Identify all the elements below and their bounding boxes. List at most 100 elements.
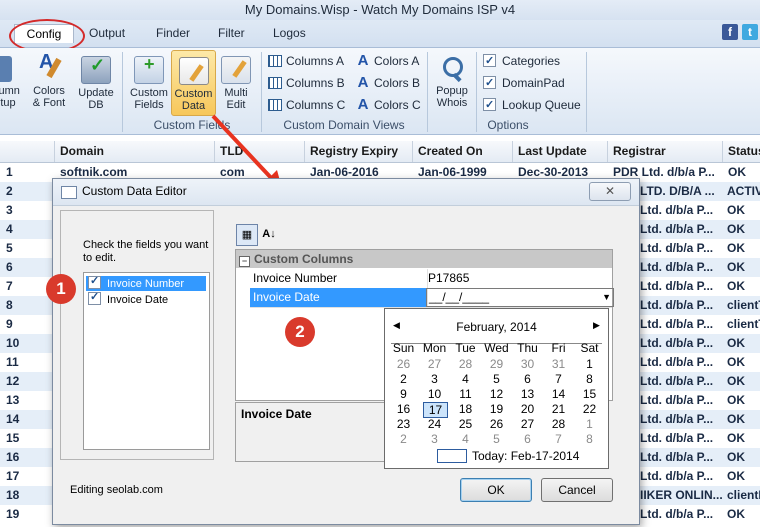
date-input[interactable]: __/__/____ ▼	[426, 288, 614, 307]
calendar-day[interactable]: 16	[388, 402, 419, 416]
property-name: Invoice Date	[250, 288, 428, 307]
font-color-icon: A	[357, 74, 369, 91]
calendar-day[interactable]: 11	[450, 387, 481, 401]
colors-a-button[interactable]: A Colors A	[356, 52, 420, 70]
button-label: Colors A	[374, 54, 420, 68]
calendar-day[interactable]: 28	[450, 357, 481, 371]
colors-b-button[interactable]: A Colors B	[356, 74, 420, 92]
collapse-icon[interactable]: −	[239, 256, 250, 267]
calendar-day[interactable]: 6	[512, 432, 543, 446]
categories-checkbox[interactable]: Categories	[483, 52, 560, 70]
field-item-invoice-number[interactable]: Invoice Number	[86, 274, 206, 291]
ok-button[interactable]: OK	[460, 478, 532, 502]
calendar-day[interactable]: 5	[481, 432, 512, 446]
tab-output[interactable]: Output	[89, 26, 125, 40]
registrar-cell: LTD. D/B/A ...	[640, 184, 715, 198]
calendar-day[interactable]: 22	[574, 402, 605, 416]
column-header-status[interactable]: Status	[728, 144, 760, 158]
dialog-title-bar: Custom Data Editor ✕	[53, 179, 639, 206]
calendar-day[interactable]: 2	[388, 372, 419, 386]
calendar-day[interactable]: 12	[481, 387, 512, 401]
calendar-day[interactable]: 6	[512, 372, 543, 386]
columns-b-button[interactable]: Columns B	[268, 74, 345, 92]
calendar-day[interactable]: 2	[388, 432, 419, 446]
update-db-button[interactable]: ✓ Update DB	[76, 56, 116, 111]
lookup-queue-checkbox[interactable]: Lookup Queue	[483, 96, 581, 114]
calendar-day[interactable]: 3	[419, 372, 450, 386]
checkbox-checked[interactable]	[88, 274, 101, 289]
custom-data-button[interactable]: Custom Data	[171, 50, 216, 116]
calendar-day[interactable]: 30	[512, 357, 543, 371]
calendar-day[interactable]: 24	[419, 417, 450, 431]
column-setup-button[interactable]: lumn tup	[0, 56, 24, 109]
property-value[interactable]: P17865	[428, 269, 469, 288]
calendar-day[interactable]: 29	[481, 357, 512, 371]
calendar-day[interactable]: 8	[574, 432, 605, 446]
calendar-day[interactable]: 21	[543, 402, 574, 416]
status-cell: ACTIV	[727, 184, 760, 198]
column-header-domain[interactable]: Domain	[60, 144, 104, 158]
calendar-day[interactable]: 1	[574, 357, 605, 371]
calendar-day[interactable]: 3	[419, 432, 450, 446]
custom-fields-button[interactable]: + Custom Fields	[128, 55, 170, 111]
calendar-day[interactable]: 26	[481, 417, 512, 431]
calendar-day[interactable]: 31	[543, 357, 574, 371]
calendar-day-selected[interactable]: 17	[423, 402, 448, 418]
next-month-icon[interactable]: ▶	[593, 320, 600, 331]
calendar-day[interactable]: 19	[481, 402, 512, 416]
window-title: My Domains.Wisp - Watch My Domains ISP v…	[0, 0, 760, 20]
field-item-invoice-date[interactable]: Invoice Date	[86, 290, 206, 307]
button-label: lumn	[0, 85, 20, 97]
column-header-created-on[interactable]: Created On	[418, 144, 483, 158]
domainpad-checkbox[interactable]: DomainPad	[483, 74, 565, 92]
property-row[interactable]: Invoice Date __/__/____ ▼	[250, 288, 614, 308]
button-label: Colors B	[374, 76, 421, 90]
calendar-day[interactable]: 28	[543, 417, 574, 431]
calendar-day[interactable]: 9	[388, 387, 419, 401]
today-link[interactable]: Today: Feb-17-2014	[472, 449, 579, 463]
column-header-last-update[interactable]: Last Update	[518, 144, 587, 158]
tab-finder[interactable]: Finder	[156, 26, 190, 40]
ribbon-tab-bar: Config Output Finder Filter Logos	[0, 20, 760, 48]
fields-list[interactable]: Invoice Number Invoice Date	[83, 272, 210, 450]
dialog-title: Custom Data Editor	[82, 184, 187, 198]
tab-logos[interactable]: Logos	[273, 26, 306, 40]
twitter-icon[interactable]: t	[742, 24, 758, 40]
calendar-day[interactable]: 13	[512, 387, 543, 401]
dropdown-arrow-icon[interactable]: ▼	[602, 289, 611, 306]
calendar-day[interactable]: 7	[543, 372, 574, 386]
calendar-day[interactable]: 23	[388, 417, 419, 431]
calendar-day[interactable]: 8	[574, 372, 605, 386]
colors-c-button[interactable]: A Colors C	[356, 96, 421, 114]
property-category[interactable]: − Custom Columns	[236, 250, 612, 268]
close-button[interactable]: ✕	[589, 182, 631, 201]
calendar-day[interactable]: 5	[481, 372, 512, 386]
calendar-day[interactable]: 4	[450, 372, 481, 386]
calendar-day[interactable]: 25	[450, 417, 481, 431]
columns-a-button[interactable]: Columns A	[268, 52, 344, 70]
calendar-day[interactable]: 7	[543, 432, 574, 446]
calendar-day[interactable]: 4	[450, 432, 481, 446]
categorized-view-icon[interactable]: ▦	[236, 224, 258, 246]
colors-font-button[interactable]: A Colors & Font	[29, 52, 69, 109]
checkbox-checked[interactable]	[88, 290, 101, 305]
column-header-registrar[interactable]: Registrar	[613, 144, 666, 158]
calendar-day[interactable]: 18	[450, 402, 481, 416]
column-header-registry-expiry[interactable]: Registry Expiry	[310, 144, 398, 158]
calendar-day[interactable]: 26	[388, 357, 419, 371]
calendar-day[interactable]: 27	[419, 357, 450, 371]
cancel-button[interactable]: Cancel	[541, 478, 613, 502]
multi-edit-button[interactable]: Multi Edit	[216, 56, 256, 111]
calendar-day[interactable]: 15	[574, 387, 605, 401]
popup-whois-button[interactable]: Popup Whois	[431, 56, 473, 109]
calendar-day[interactable]: 20	[512, 402, 543, 416]
grid-icon	[268, 55, 282, 67]
facebook-icon[interactable]: f	[722, 24, 738, 40]
calendar-day[interactable]: 10	[419, 387, 450, 401]
calendar-day[interactable]: 1	[574, 417, 605, 431]
tab-filter[interactable]: Filter	[218, 26, 245, 40]
alphabetical-sort-icon[interactable]: A↓	[259, 224, 279, 244]
calendar-day[interactable]: 14	[543, 387, 574, 401]
calendar-day[interactable]: 27	[512, 417, 543, 431]
property-row[interactable]: Invoice Number P17865	[250, 269, 612, 289]
